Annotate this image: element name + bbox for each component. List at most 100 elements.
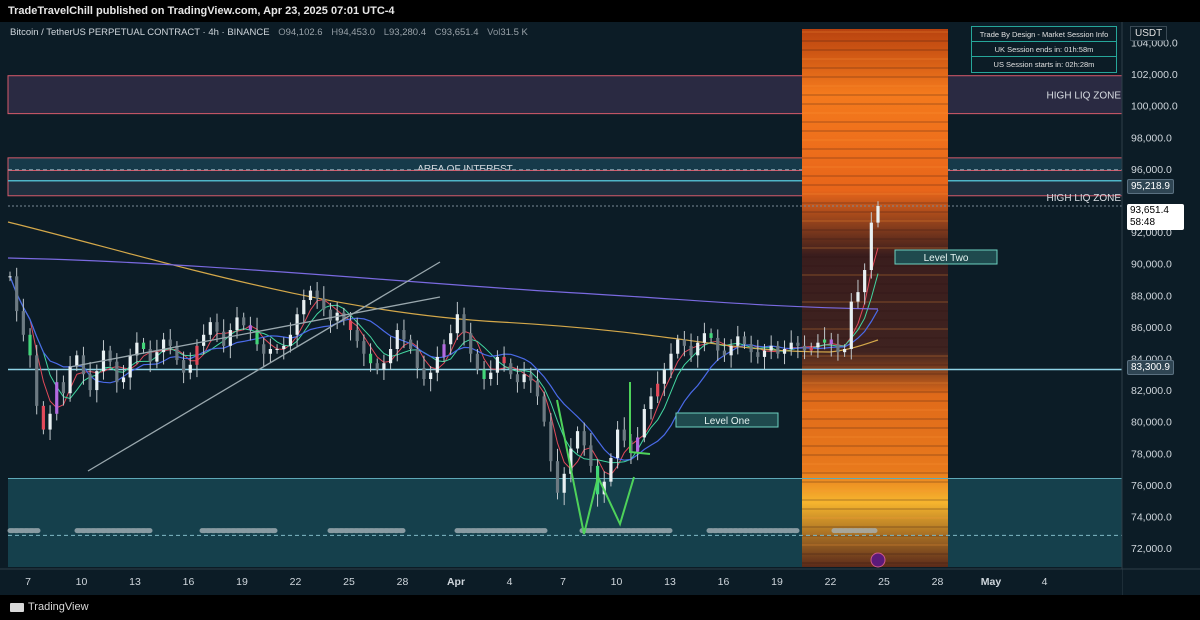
x-tick-label: 28	[397, 576, 409, 588]
candle-body	[509, 363, 513, 375]
candle-body	[395, 330, 399, 349]
candle-body	[402, 330, 406, 340]
y-tick-label: 82,000.0	[1131, 385, 1172, 397]
candle-body	[722, 350, 727, 356]
currency-selector[interactable]: USDT	[1130, 26, 1168, 41]
candle-body	[562, 473, 566, 493]
candle-body	[61, 382, 66, 394]
candle-body	[495, 356, 500, 373]
session-box-title: Trade By Design - Market Session Info	[972, 27, 1116, 42]
chart-area[interactable]: HIGH LIQ ZONEAREA OF INTERESTHIGH LIQ ZO…	[0, 22, 1200, 595]
candle-body	[482, 369, 486, 380]
candle-body	[662, 369, 666, 384]
y-tick-label: 76,000.0	[1131, 480, 1172, 492]
ma-purple	[7, 257, 879, 310]
volume-value: 31.5 K	[500, 27, 528, 38]
candle-body	[302, 300, 306, 315]
candle-body	[529, 374, 533, 381]
candle-body	[822, 339, 827, 343]
candle-body	[15, 276, 19, 312]
candle-body	[248, 325, 252, 331]
candle-body	[736, 336, 740, 346]
y-tick-label: 72,000.0	[1131, 543, 1172, 555]
x-tick-label: 25	[878, 576, 890, 588]
zone-3	[7, 169, 1123, 197]
candle-body	[282, 345, 286, 349]
candle-body	[876, 206, 880, 223]
candle-body	[776, 345, 780, 354]
x-tick-label: 28	[932, 576, 944, 588]
tradingview-chart-screen: TradeTravelChill published on TradingVie…	[0, 0, 1200, 620]
candle-body	[542, 396, 546, 422]
liquidity-heatmap	[802, 29, 948, 567]
candle-body	[575, 431, 580, 449]
ma-green	[9, 273, 879, 464]
price-label-level: 83,300.9	[1127, 360, 1174, 375]
y-tick-label: 100,000.0	[1131, 101, 1178, 113]
candle-countdown: 58:48	[1130, 217, 1156, 228]
y-tick-label: 74,000.0	[1131, 511, 1172, 523]
x-tick-label: 16	[183, 576, 195, 588]
candle-body	[208, 322, 212, 335]
candle-body	[415, 349, 419, 368]
candle-body	[355, 330, 359, 342]
high-value: 94,453.0	[338, 27, 376, 38]
x-tick-label: 19	[771, 576, 783, 588]
candle-body	[742, 336, 747, 345]
candle-body	[48, 413, 52, 430]
candle-body	[762, 350, 767, 357]
candle-body	[175, 345, 179, 361]
candle-body	[375, 363, 379, 370]
current-price-value: 93,651.4	[1130, 205, 1169, 216]
open-label: O	[278, 27, 286, 38]
candle-body	[809, 347, 813, 351]
candle-body	[689, 345, 693, 356]
close-label: C	[434, 27, 442, 38]
candle-body	[729, 345, 733, 356]
symbol-legend: Bitcoin / TetherUS PERPETUAL CONTRACT · …	[10, 27, 528, 38]
candle-body	[489, 372, 493, 380]
price-label-aoi: 95,218.9	[1127, 179, 1174, 194]
candle-body	[288, 334, 293, 346]
x-tick-label: 10	[611, 576, 623, 588]
x-tick-label: 22	[825, 576, 837, 588]
candle-body	[55, 382, 59, 414]
x-tick-label: Apr	[447, 576, 465, 588]
candle-body	[682, 339, 686, 346]
market-session-info-box: Trade By Design - Market Session Info UK…	[971, 26, 1117, 73]
candle-body	[68, 366, 72, 394]
candle-body	[616, 429, 620, 458]
candle-body	[856, 292, 860, 302]
us-session-countdown: US Session starts in: 02h:28m	[993, 60, 1095, 69]
candle-body	[702, 333, 706, 343]
candle-body	[328, 309, 333, 321]
candle-body	[469, 333, 473, 354]
candle-body	[843, 349, 847, 353]
candle-body	[322, 298, 326, 310]
candle-body	[422, 367, 426, 380]
candle-body	[155, 352, 159, 362]
tradingview-logo-icon	[10, 602, 24, 612]
candle-body	[636, 437, 640, 452]
candle-body	[836, 344, 840, 353]
candle-body	[21, 311, 25, 335]
x-tick-label: May	[981, 576, 1002, 588]
price-chart[interactable]: HIGH LIQ ZONEAREA OF INTERESTHIGH LIQ ZO…	[0, 22, 1200, 595]
y-tick-label: 78,000.0	[1131, 448, 1172, 460]
candle-body	[749, 344, 753, 353]
low-value: 93,280.4	[389, 27, 426, 38]
candle-body	[789, 342, 793, 349]
y-tick-label: 102,000.0	[1131, 69, 1178, 81]
y-tick-label: 86,000.0	[1131, 322, 1172, 334]
uk-session-countdown: UK Session ends in: 01h:58m	[972, 42, 1116, 57]
x-tick-label: 22	[290, 576, 302, 588]
candle-body	[202, 334, 206, 346]
candle-body	[716, 337, 720, 351]
box-label-2: Level Two	[924, 253, 969, 264]
open-value: 94,102.6	[285, 27, 323, 38]
candle-body	[502, 356, 506, 364]
candle-body	[215, 322, 219, 332]
x-tick-label: 13	[129, 576, 141, 588]
candle-body	[188, 364, 192, 373]
candle-body	[368, 353, 373, 364]
